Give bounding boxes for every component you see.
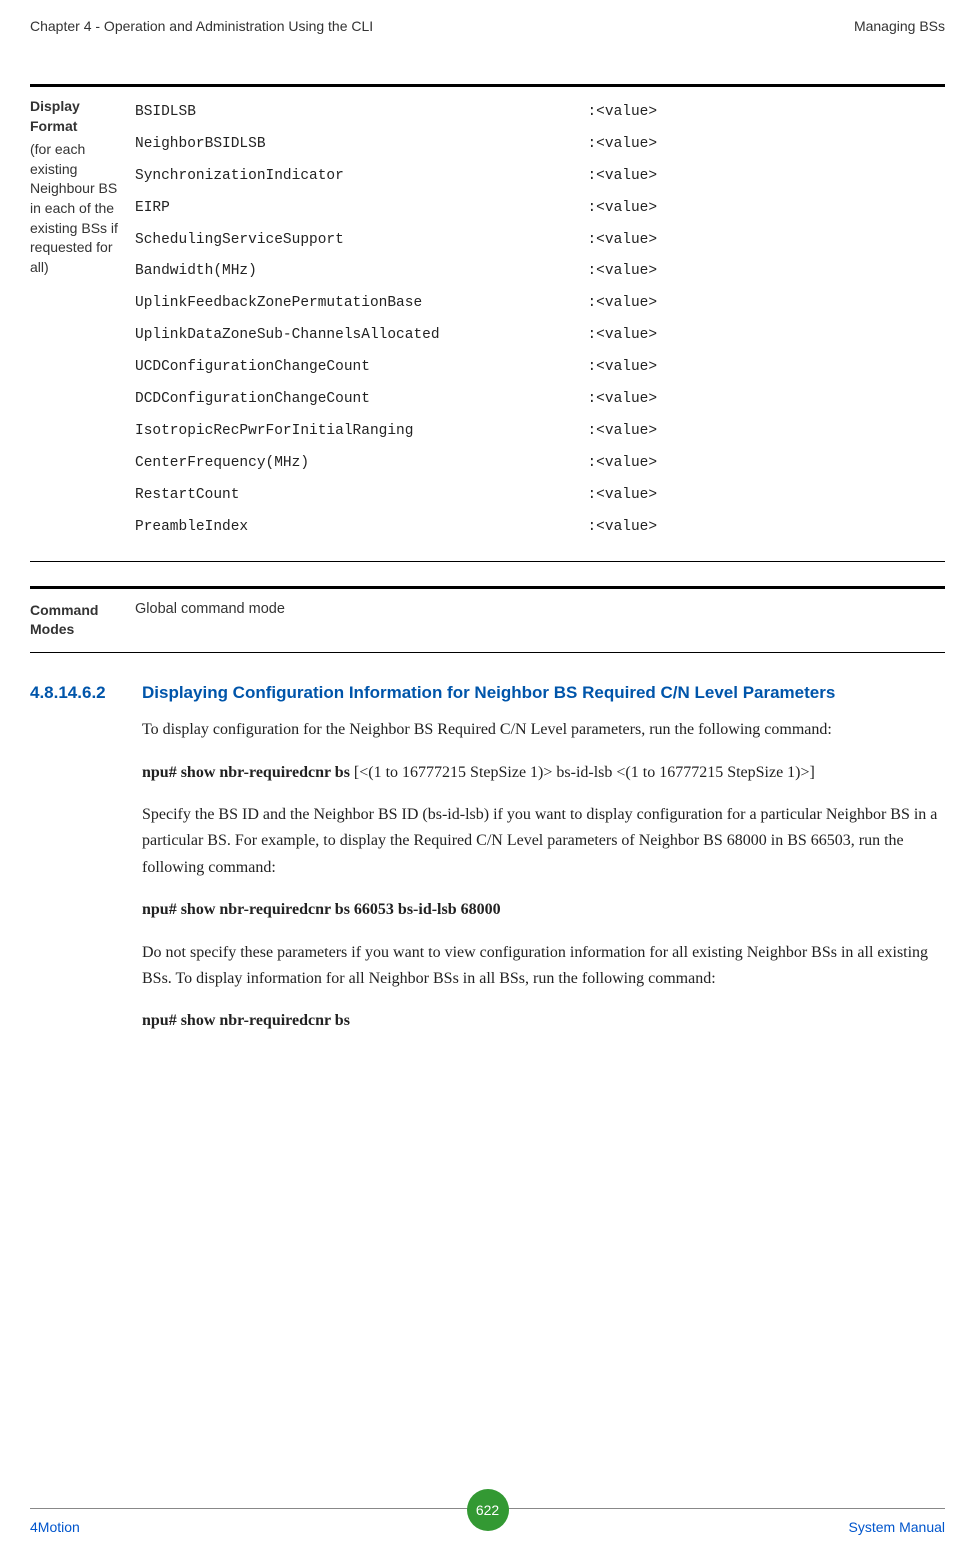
command-bold-part: npu# show nbr-requiredcnr bs [142, 764, 354, 781]
section-heading: 4.8.14.6.2 Displaying Configuration Info… [30, 683, 945, 703]
command-syntax-1: npu# show nbr-requiredcnr bs [<(1 to 167… [142, 760, 945, 786]
command-bold-all: npu# show nbr-requiredcnr bs [142, 1012, 350, 1029]
command-modes-value: Global command mode [135, 601, 945, 637]
footer-left: 4Motion [30, 1519, 80, 1535]
paragraph-intro: To display configuration for the Neighbo… [142, 717, 945, 743]
command-example-2: npu# show nbr-requiredcnr bs 66053 bs-id… [142, 897, 945, 923]
page-footer: 4Motion 622 System Manual [0, 1509, 975, 1545]
display-format-block: Display Format (for each existing Neighb… [30, 84, 945, 562]
page-number-badge: 622 [467, 1489, 509, 1531]
command-args-part: [<(1 to 16777215 StepSize 1)> bs-id-lsb … [354, 764, 815, 781]
page-content: Display Format (for each existing Neighb… [0, 84, 975, 1035]
command-modes-block: Command Modes Global command mode [30, 586, 945, 652]
display-format-subtext: (for each existing Neighbour BS in each … [30, 140, 125, 277]
paragraph-all: Do not specify these parameters if you w… [142, 940, 945, 993]
section-number: 4.8.14.6.2 [30, 683, 142, 703]
footer-right: System Manual [849, 1519, 945, 1535]
display-format-title: Display Format [30, 97, 125, 136]
command-example-3: npu# show nbr-requiredcnr bs [142, 1008, 945, 1034]
display-format-label-column: Display Format (for each existing Neighb… [30, 97, 135, 543]
section-title: Displaying Configuration Information for… [142, 683, 945, 703]
header-right: Managing BSs [854, 18, 945, 34]
display-format-data: BSIDLSB :<value> NeighborBSIDLSB :<value… [135, 97, 945, 543]
command-modes-label: Command Modes [30, 601, 135, 637]
page-header: Chapter 4 - Operation and Administration… [0, 0, 975, 44]
paragraph-specify: Specify the BS ID and the Neighbor BS ID… [142, 802, 945, 881]
command-bold-example: npu# show nbr-requiredcnr bs 66053 bs-id… [142, 901, 501, 918]
header-left: Chapter 4 - Operation and Administration… [30, 18, 373, 34]
